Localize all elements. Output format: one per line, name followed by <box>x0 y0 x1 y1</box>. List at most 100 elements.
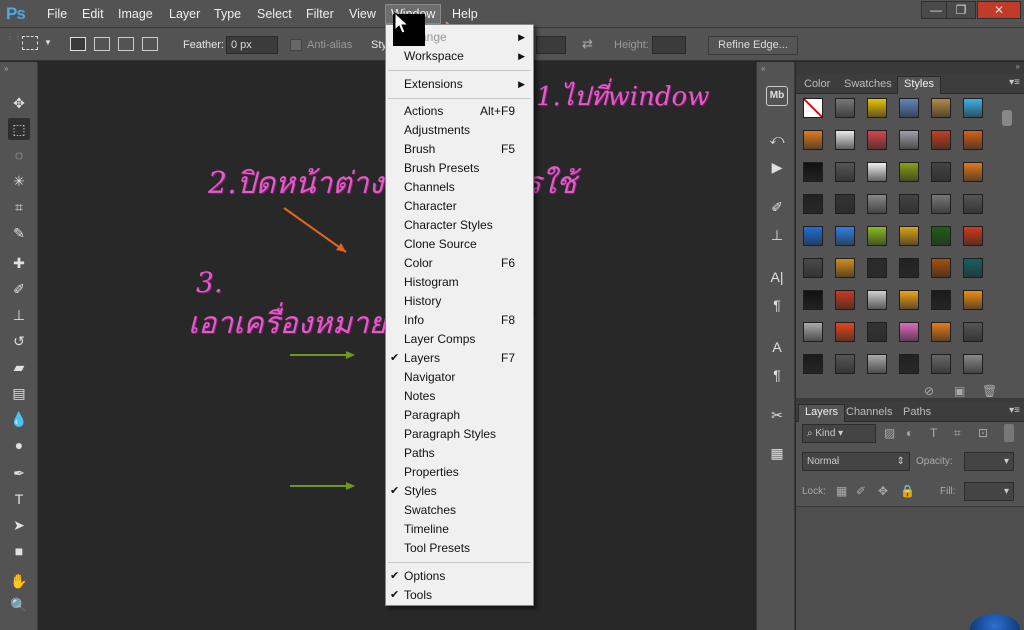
tab-paths[interactable]: Paths <box>897 405 937 422</box>
add-selection-icon[interactable] <box>94 37 110 51</box>
swap-icon[interactable]: ⇄ <box>582 36 593 52</box>
healing-brush-tool-icon[interactable]: ✚ <box>8 252 30 274</box>
menu-item-adjustments[interactable]: Adjustments <box>386 121 533 140</box>
menu-item-extensions[interactable]: Extensions ▶ <box>386 75 533 94</box>
menu-item-color[interactable]: Color F6 <box>386 254 533 273</box>
opacity-input[interactable]: ▾ <box>964 452 1014 471</box>
rectangle-tool-icon[interactable]: ■ <box>8 540 30 562</box>
layers-list[interactable] <box>796 506 1024 630</box>
style-swatch[interactable] <box>867 194 887 214</box>
delete-style-icon[interactable]: 🗑 <box>982 384 997 398</box>
kind-filter-select[interactable]: ⌕ Kind ▾ <box>802 424 876 443</box>
menu-select[interactable]: Select <box>257 7 292 21</box>
gradient-tool-icon[interactable]: ▤ <box>8 382 30 404</box>
style-swatch[interactable] <box>867 98 887 118</box>
menu-item-channels[interactable]: Channels <box>386 178 533 197</box>
lock-position-icon[interactable]: ✥ <box>878 484 888 498</box>
menu-filter[interactable]: Filter <box>306 7 334 21</box>
style-swatch[interactable] <box>899 194 919 214</box>
style-swatch[interactable] <box>963 226 983 246</box>
menu-image[interactable]: Image <box>118 7 153 21</box>
style-swatch[interactable] <box>931 354 951 374</box>
style-swatch[interactable] <box>899 98 919 118</box>
style-swatch[interactable] <box>963 354 983 374</box>
menu-item-histogram[interactable]: Histogram <box>386 273 533 292</box>
style-swatch[interactable] <box>867 162 887 182</box>
style-swatch[interactable] <box>835 322 855 342</box>
style-swatch[interactable] <box>899 226 919 246</box>
antialias-checkbox[interactable] <box>290 39 302 51</box>
style-swatch[interactable] <box>803 130 823 150</box>
lasso-tool-icon[interactable]: ◌ <box>8 144 30 166</box>
style-swatch[interactable] <box>803 226 823 246</box>
feather-input[interactable]: 0 px <box>226 36 278 54</box>
collapse-icon[interactable]: » <box>1016 62 1020 71</box>
style-swatch[interactable] <box>803 322 823 342</box>
paragraph-styles-panel-icon[interactable]: ¶ <box>766 364 788 386</box>
style-swatch[interactable] <box>931 226 951 246</box>
style-swatch[interactable] <box>803 162 823 182</box>
character-styles-panel-icon[interactable]: A <box>766 336 788 358</box>
adjustment-filter-icon[interactable]: ◐ <box>906 426 913 440</box>
clone-source-panel-icon[interactable]: ⊥ <box>766 224 788 246</box>
menu-help[interactable]: Help <box>452 7 478 21</box>
style-swatch[interactable] <box>963 322 983 342</box>
style-swatch[interactable] <box>835 226 855 246</box>
history-panel-icon[interactable]: ⤺ <box>766 128 788 150</box>
menu-item-navigator[interactable]: Navigator <box>386 368 533 387</box>
chevron-down-icon[interactable]: ▼ <box>44 38 52 47</box>
history-brush-tool-icon[interactable]: ↺ <box>8 330 30 352</box>
tab-styles[interactable]: Styles <box>897 76 941 94</box>
style-swatch[interactable] <box>931 98 951 118</box>
panel-menu-icon[interactable]: ▾≡ <box>1009 405 1020 416</box>
menu-item-properties[interactable]: Properties <box>386 463 533 482</box>
style-swatch[interactable] <box>899 258 919 278</box>
menu-item-layers[interactable]: ✔ Layers F7 <box>386 349 533 368</box>
move-tool-icon[interactable]: ✥ <box>8 92 30 114</box>
menu-item-options[interactable]: ✔ Options <box>386 567 533 586</box>
style-swatch[interactable] <box>867 258 887 278</box>
menu-edit[interactable]: Edit <box>82 7 104 21</box>
smart-object-filter-icon[interactable]: ⊡ <box>978 426 988 440</box>
blend-mode-select[interactable]: Normal ⇕ <box>802 452 910 471</box>
style-swatch[interactable] <box>963 98 983 118</box>
restore-button[interactable]: ❐ <box>946 1 976 19</box>
tools-presets-icon[interactable]: ✂ <box>766 404 788 426</box>
brush-panel-icon[interactable]: ✐ <box>766 196 788 218</box>
style-swatch[interactable] <box>899 322 919 342</box>
lock-all-icon[interactable]: 🔒 <box>900 484 915 498</box>
style-swatch[interactable] <box>899 290 919 310</box>
zoom-tool-icon[interactable]: 🔍 <box>8 594 30 616</box>
clear-style-icon[interactable]: ⊘ <box>924 384 934 398</box>
hand-tool-icon[interactable]: ✋ <box>8 570 30 592</box>
magic-wand-tool-icon[interactable]: ✳ <box>8 170 30 192</box>
marquee-tool-icon[interactable]: ⬚ <box>8 118 30 140</box>
tab-channels[interactable]: Channels <box>840 405 898 422</box>
menu-item-paths[interactable]: Paths <box>386 444 533 463</box>
mini-bridge-icon[interactable]: Mb <box>766 86 788 106</box>
style-swatch[interactable] <box>931 194 951 214</box>
collapse-icon[interactable]: « <box>761 64 765 73</box>
type-filter-icon[interactable]: T <box>930 426 937 440</box>
tab-layers[interactable]: Layers <box>798 404 846 422</box>
menu-item-workspace[interactable]: Workspace ▶ <box>386 47 533 66</box>
style-swatch[interactable] <box>835 130 855 150</box>
crop-tool-icon[interactable]: ⌗ <box>8 196 30 218</box>
subtract-selection-icon[interactable] <box>118 37 134 51</box>
style-swatch[interactable] <box>867 354 887 374</box>
style-swatch[interactable] <box>963 194 983 214</box>
style-swatch[interactable] <box>899 354 919 374</box>
actions-panel-icon[interactable]: ▶ <box>766 156 788 178</box>
image-filter-icon[interactable]: ▨ <box>884 426 895 440</box>
dodge-tool-icon[interactable]: ● <box>8 434 30 456</box>
menu-item-notes[interactable]: Notes <box>386 387 533 406</box>
menu-item-swatches[interactable]: Swatches <box>386 501 533 520</box>
style-swatch[interactable] <box>963 258 983 278</box>
style-swatch[interactable] <box>803 354 823 374</box>
style-swatch[interactable] <box>835 98 855 118</box>
layer-comps-icon[interactable]: ▦ <box>766 442 788 464</box>
tab-swatches[interactable]: Swatches <box>838 77 898 94</box>
menu-item-info[interactable]: Info F8 <box>386 311 533 330</box>
menu-item-layer-comps[interactable]: Layer Comps <box>386 330 533 349</box>
style-swatch[interactable] <box>835 162 855 182</box>
